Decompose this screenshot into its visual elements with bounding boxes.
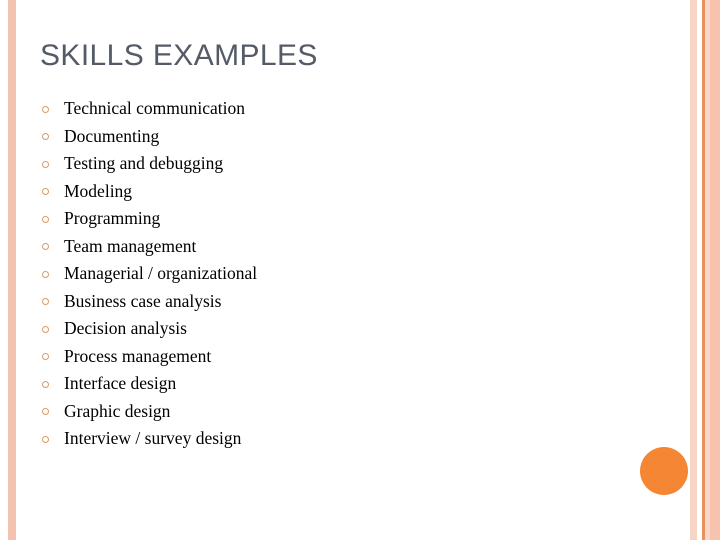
list-item-label: Managerial / organizational: [64, 263, 258, 283]
list-item-label: Programming: [64, 208, 161, 228]
bullet-ring-icon: [42, 325, 49, 333]
list-item: Interview / survey design: [40, 425, 640, 453]
bullet-ring-icon: [42, 270, 49, 278]
list-item: Technical communication: [40, 95, 640, 123]
bullet-ring-icon: [42, 353, 49, 360]
right-accent-stripe-band: [710, 0, 720, 540]
orange-accent-circle: [640, 447, 688, 495]
slide-canvas: SKILLS EXAMPLES Technical communication …: [0, 0, 720, 540]
right-accent-stripe-outer: [690, 0, 697, 540]
slide-title: SKILLS EXAMPLES: [40, 39, 318, 72]
list-item: Team management: [40, 233, 640, 261]
bullet-ring-icon: [42, 380, 49, 388]
bullet-ring-icon: [42, 298, 49, 305]
left-accent-stripe: [8, 0, 16, 540]
bullet-ring-icon: [42, 408, 49, 415]
list-item-label: Interview / survey design: [64, 428, 242, 448]
list-item: Graphic design: [40, 398, 640, 426]
list-item-label: Testing and debugging: [64, 153, 224, 173]
bullet-ring-icon: [42, 435, 49, 443]
list-item-label: Modeling: [64, 180, 133, 201]
list-item-label: Process management: [64, 345, 212, 366]
list-item: Decision analysis: [40, 315, 640, 343]
list-item: Process management: [40, 343, 640, 371]
bullet-ring-icon: [42, 215, 49, 223]
list-item: Documenting: [40, 123, 640, 151]
list-item: Managerial / organizational: [40, 260, 640, 288]
list-item-label: Business case analysis: [64, 290, 222, 311]
list-item: Modeling: [40, 178, 640, 206]
bullet-ring-icon: [42, 133, 49, 140]
list-item-label: Interface design: [64, 373, 177, 393]
list-item-label: Team management: [64, 235, 197, 256]
skills-bullet-list: Technical communication Documenting Test…: [40, 95, 640, 453]
list-item-label: Graphic design: [64, 400, 171, 421]
bullet-ring-icon: [42, 243, 49, 250]
list-item: Business case analysis: [40, 288, 640, 316]
list-item-label: Documenting: [64, 125, 160, 146]
bullet-ring-icon: [42, 188, 49, 195]
list-item: Programming: [40, 205, 640, 233]
list-item: Testing and debugging: [40, 150, 640, 178]
list-item: Interface design: [40, 370, 640, 398]
list-item-label: Technical communication: [64, 98, 245, 118]
bullet-ring-icon: [42, 160, 49, 168]
bullet-ring-icon: [42, 105, 49, 113]
list-item-label: Decision analysis: [64, 318, 187, 338]
